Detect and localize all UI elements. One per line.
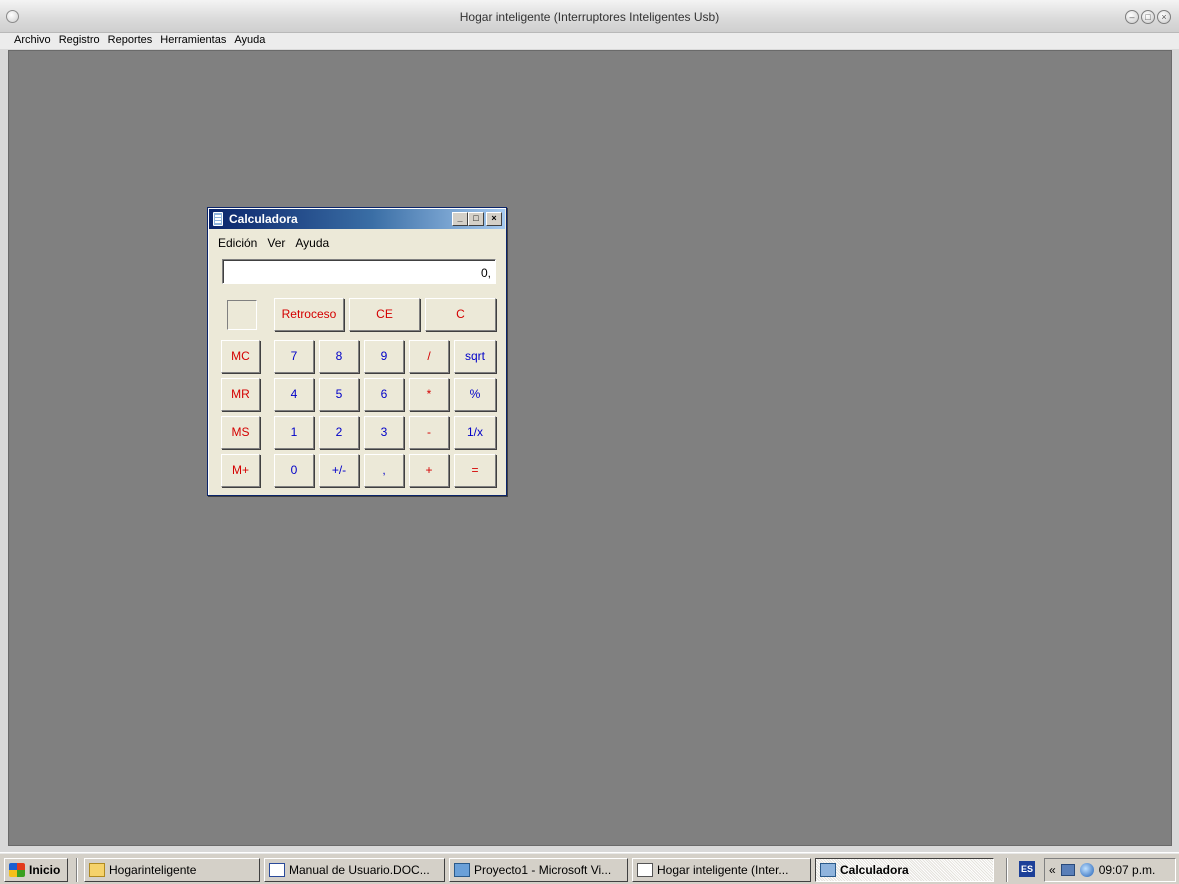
memory-add-button[interactable]: M+ xyxy=(221,454,260,487)
digit-0-button[interactable]: 0 xyxy=(274,454,314,487)
system-tray: « 09:07 p.m. xyxy=(1044,858,1176,882)
digit-5-button[interactable]: 5 xyxy=(319,378,359,411)
task-hogarinteligente[interactable]: Hogarinteligente xyxy=(84,858,260,882)
task-label: Calculadora xyxy=(840,863,909,877)
memory-store-button[interactable]: MS xyxy=(221,416,260,449)
digit-8-button[interactable]: 8 xyxy=(319,340,359,373)
decimal-button[interactable]: , xyxy=(364,454,404,487)
app-window: Hogar inteligente (Interruptores Intelig… xyxy=(0,0,1179,852)
digit-1-button[interactable]: 1 xyxy=(274,416,314,449)
folder-icon xyxy=(89,863,105,877)
document-icon xyxy=(637,863,653,877)
network-icon[interactable] xyxy=(1060,864,1075,876)
app-menubar: Archivo Registro Reportes Herramientas A… xyxy=(0,33,1179,49)
multiply-button[interactable]: * xyxy=(409,378,449,411)
percent-button[interactable]: % xyxy=(454,378,496,411)
calculator-minimize-icon[interactable]: _ xyxy=(452,212,468,226)
app-window-controls: – □ × xyxy=(1125,10,1171,24)
menu-archivo[interactable]: Archivo xyxy=(10,33,55,49)
taskbar-separator xyxy=(76,858,78,882)
start-label: Inicio xyxy=(29,863,61,877)
clear-button[interactable]: C xyxy=(425,298,496,331)
digit-7-button[interactable]: 7 xyxy=(274,340,314,373)
calculator-window-controls: _ □ × xyxy=(452,212,502,226)
memory-recall-button[interactable]: MR xyxy=(221,378,260,411)
task-label: Hogar inteligente (Inter... xyxy=(657,863,789,877)
clock[interactable]: 09:07 p.m. xyxy=(1099,863,1156,877)
start-button[interactable]: Inicio xyxy=(4,858,68,882)
calc-menu-edicion[interactable]: Edición xyxy=(213,236,262,250)
sqrt-button[interactable]: sqrt xyxy=(454,340,496,373)
calculator-menubar: Edición Ver Ayuda xyxy=(213,236,334,250)
menu-reportes[interactable]: Reportes xyxy=(104,33,157,49)
menu-registro[interactable]: Registro xyxy=(55,33,104,49)
calculator-display[interactable]: 0, xyxy=(222,259,496,284)
task-label: Hogarinteligente xyxy=(109,863,197,877)
divide-button[interactable]: / xyxy=(409,340,449,373)
task-manual-usuario[interactable]: Manual de Usuario.DOC... xyxy=(264,858,445,882)
calc-menu-ayuda[interactable]: Ayuda xyxy=(290,236,334,250)
calculator-icon[interactable] xyxy=(213,212,223,226)
calc-menu-ver[interactable]: Ver xyxy=(262,236,290,250)
digit-9-button[interactable]: 9 xyxy=(364,340,404,373)
mdi-workspace xyxy=(8,50,1172,846)
windows-logo-icon xyxy=(9,863,25,877)
clear-entry-button[interactable]: CE xyxy=(349,298,420,331)
speaker-icon[interactable] xyxy=(1079,863,1094,877)
visual-basic-icon xyxy=(454,863,470,877)
subtract-button[interactable]: - xyxy=(409,416,449,449)
calculator-icon xyxy=(820,863,836,877)
memory-clear-button[interactable]: MC xyxy=(221,340,260,373)
app-title: Hogar inteligente (Interruptores Intelig… xyxy=(459,10,720,24)
calculator-close-icon[interactable]: × xyxy=(486,212,502,226)
calculator-titlebar[interactable]: Calculadora _ □ × xyxy=(209,209,505,229)
digit-6-button[interactable]: 6 xyxy=(364,378,404,411)
language-indicator[interactable]: ES xyxy=(1019,861,1035,877)
calculator-window: Calculadora _ □ × Edición Ver Ayuda 0, R… xyxy=(207,207,507,496)
backspace-button[interactable]: Retroceso xyxy=(274,298,344,331)
task-calculadora[interactable]: Calculadora xyxy=(815,858,994,882)
close-icon[interactable]: × xyxy=(1157,10,1171,24)
task-label: Proyecto1 - Microsoft Vi... xyxy=(474,863,612,877)
tray-expand-icon[interactable]: « xyxy=(1049,863,1056,877)
word-document-icon xyxy=(269,863,285,877)
calculator-title: Calculadora xyxy=(229,212,298,226)
task-hogar-inteligente[interactable]: Hogar inteligente (Inter... xyxy=(632,858,811,882)
digit-2-button[interactable]: 2 xyxy=(319,416,359,449)
digit-3-button[interactable]: 3 xyxy=(364,416,404,449)
minimize-icon[interactable]: – xyxy=(1125,10,1139,24)
task-proyecto1[interactable]: Proyecto1 - Microsoft Vi... xyxy=(449,858,628,882)
menu-herramientas[interactable]: Herramientas xyxy=(156,33,230,49)
taskbar: Inicio Hogarinteligente Manual de Usuari… xyxy=(0,852,1179,884)
taskbar-separator xyxy=(1006,858,1008,882)
memory-indicator xyxy=(227,300,257,330)
equals-button[interactable]: = xyxy=(454,454,496,487)
add-button[interactable]: + xyxy=(409,454,449,487)
maximize-icon[interactable]: □ xyxy=(1141,10,1155,24)
digit-4-button[interactable]: 4 xyxy=(274,378,314,411)
reciprocal-button[interactable]: 1/x xyxy=(454,416,496,449)
task-label: Manual de Usuario.DOC... xyxy=(289,863,430,877)
negate-button[interactable]: +/- xyxy=(319,454,359,487)
menu-ayuda[interactable]: Ayuda xyxy=(230,33,269,49)
calculator-maximize-icon[interactable]: □ xyxy=(468,212,484,226)
app-titlebar[interactable]: Hogar inteligente (Interruptores Intelig… xyxy=(0,0,1179,33)
